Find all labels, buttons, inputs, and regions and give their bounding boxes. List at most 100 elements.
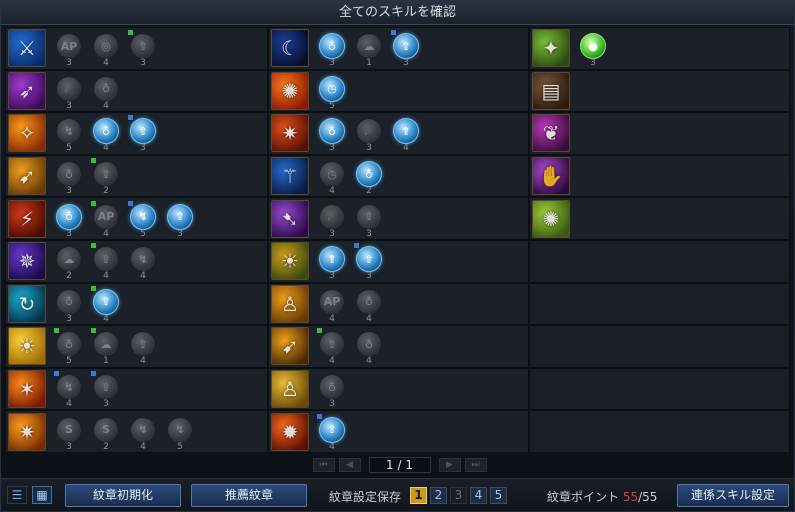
golden-figure-icon[interactable]: ♙ — [271, 284, 309, 323]
emblem-slot[interactable]: ♁ 4 — [354, 285, 384, 324]
golden-strike-icon[interactable]: ➹ — [8, 157, 46, 196]
pole-spin-icon[interactable]: ⚚ — [271, 157, 309, 196]
shadow-dash-icon[interactable]: ➶ — [8, 71, 46, 110]
flame-kick-icon[interactable]: ✧ — [8, 114, 46, 153]
emblem-slot[interactable]: ☁ 1 — [354, 29, 384, 68]
emblem-slot[interactable]: ☄ 3 — [317, 200, 347, 239]
emblem-slot[interactable]: AP 4 — [317, 285, 347, 324]
golden-aura-icon[interactable]: ☀ — [271, 242, 309, 281]
crescent-moon-icon[interactable]: ☾ — [271, 29, 309, 68]
emblem-slot[interactable]: ♁ 4 — [91, 72, 121, 111]
emblem-grade-marker — [391, 30, 396, 36]
emblem-slot[interactable]: ⇧ 4 — [91, 285, 121, 324]
emblem-slot[interactable]: ◷ 4 — [317, 157, 347, 196]
emblem-slot[interactable]: ☄ 3 — [54, 72, 84, 111]
last-page-button[interactable]: ⏭ — [464, 458, 487, 472]
sun-orb-icon[interactable]: ☀ — [8, 327, 46, 366]
golden-glow-icon[interactable]: ♙ — [271, 370, 309, 409]
preset-1-button[interactable]: 1 — [410, 487, 427, 504]
meteor-burst-icon[interactable]: ✹ — [271, 412, 309, 451]
skill-glyph: ✶ — [18, 377, 36, 402]
emblem-slot[interactable]: ⇧ 4 — [128, 327, 158, 366]
emblem-slot[interactable]: ↯ 5 — [54, 114, 84, 153]
emblem-icon: ⇧ — [93, 161, 119, 188]
purple-spiral-icon[interactable]: ✵ — [8, 242, 46, 281]
crimson-slash-icon[interactable]: ⚡ — [8, 199, 46, 238]
emblem-slot[interactable]: ♁ 4 — [91, 114, 121, 153]
emblem-slot[interactable]: ♁ 5 — [54, 327, 84, 366]
emblem-slot[interactable]: AP 3 — [54, 29, 84, 68]
emblem-slot[interactable]: ⇧ 3 — [91, 370, 121, 409]
preset-3-button[interactable]: 3 — [450, 487, 467, 504]
emblem-slot[interactable]: ↯ 4 — [128, 413, 158, 452]
emblem-slot[interactable]: ⇧ 4 — [91, 242, 121, 281]
radiant-burst-icon[interactable]: ✺ — [532, 199, 570, 238]
skill-row — [529, 325, 790, 368]
grid-view-icon[interactable]: ▦ — [32, 486, 52, 504]
blade-rush-icon[interactable]: ⚔ — [8, 29, 46, 68]
emblem-slot[interactable]: ⇧ 2 — [91, 157, 121, 196]
recommended-emblems-button[interactable]: 推薦紋章 — [191, 484, 307, 507]
emblem-slot[interactable]: ◎ 4 — [91, 29, 121, 68]
emblem-slot[interactable]: ↯ 4 — [128, 242, 158, 281]
emblem-slot[interactable]: ♁ 4 — [354, 327, 384, 366]
emblem-icon: ◷ — [319, 75, 345, 102]
prev-page-button[interactable]: ◀ — [338, 458, 361, 472]
spellbook-icon[interactable]: ▤ — [532, 71, 570, 110]
emblem-slot[interactable]: ⇧ 3 — [354, 200, 384, 239]
emblem-slot[interactable]: ♁ 3 — [54, 285, 84, 324]
emblem-slot[interactable]: ⇧ 4 — [317, 327, 347, 366]
skill-grid: ⚔ AP 3 ◎ 4 ⇧ 3 ☾ ♁ 3 ☁ 1 ⇧ 3 ✦ ● 3 ➶ ☄ 3 ♁ 4 ✺ ◷ 5 ▤ ✧ ↯ 5 ♁ 4 ⇧ 3 ✷ ♁ 3 ☄ 3 ⇑… — [5, 27, 792, 453]
emblem-slot[interactable]: ⇧ 3 — [128, 29, 158, 68]
fire-sun-icon[interactable]: ✺ — [271, 71, 309, 110]
shadow-grab-icon[interactable]: ✋ — [532, 157, 570, 196]
emblem-slot[interactable]: ☁ 2 — [54, 242, 84, 281]
reset-emblems-button[interactable]: 紋章初期化 — [65, 484, 181, 507]
emblem-level: 4 — [403, 143, 409, 154]
emblem-slot[interactable]: ⇑ 4 — [391, 114, 421, 154]
aqua-flip-icon[interactable]: ↻ — [8, 284, 46, 323]
skill-row: ✺ ◷ 5 — [268, 69, 529, 113]
emblem-slot[interactable]: ♁ 3 — [54, 200, 84, 239]
link-skill-settings-button[interactable]: 連係スキル設定 — [677, 484, 789, 507]
preset-5-button[interactable]: 5 — [490, 487, 507, 504]
emblem-slot[interactable]: ⇧ 3 — [128, 114, 158, 153]
emblem-slot[interactable]: ◷ 5 — [317, 72, 347, 111]
emblem-slot[interactable]: ↯ 4 — [54, 370, 84, 409]
emblem-slot[interactable]: ● 3 — [578, 29, 608, 68]
violet-kick-icon[interactable]: ➷ — [271, 199, 309, 238]
emblem-slot[interactable]: ☁ 1 — [91, 327, 121, 366]
emblem-slot[interactable]: S3 — [54, 413, 84, 452]
golden-rush-icon[interactable]: ➹ — [271, 327, 309, 366]
emblem-slot[interactable]: ♁ 3 — [317, 370, 347, 409]
emblem-slot[interactable]: ⇧ 3 — [165, 200, 195, 239]
list-view-icon[interactable]: ☰ — [7, 486, 27, 504]
emblem-slot[interactable]: S2 — [91, 413, 121, 452]
flame-sweep-icon[interactable]: ✶ — [8, 370, 46, 409]
emblem-slot[interactable]: ⇧ 3 — [354, 242, 384, 281]
emblem-icon: S — [93, 416, 119, 443]
emblem-icon: ♁ — [56, 203, 82, 230]
dark-wings-icon[interactable]: ❦ — [532, 114, 570, 153]
emblem-slot[interactable]: ↯ 5 — [165, 413, 195, 452]
preset-2-button[interactable]: 2 — [430, 487, 447, 504]
nature-spirit-icon[interactable]: ✦ — [532, 29, 570, 68]
emblem-slot[interactable]: ⇑ 3 — [317, 242, 347, 281]
emblem-slot[interactable]: AP 4 — [91, 200, 121, 239]
emblem-slot[interactable]: ♁ 3 — [317, 114, 347, 153]
flame-leap-icon[interactable]: ✷ — [271, 114, 309, 153]
emblem-slot[interactable]: ♁ 3 — [54, 157, 84, 196]
blaze-combo-icon[interactable]: ✷ — [8, 412, 46, 451]
emblem-slot[interactable]: ♁ 3 — [317, 29, 347, 68]
first-page-button[interactable]: ⏮ — [312, 458, 335, 472]
emblem-icon: AP — [56, 33, 82, 60]
emblem-slot[interactable]: ♁ 2 — [354, 157, 384, 196]
skill-glyph: ➹ — [18, 164, 36, 189]
emblem-level: 2 — [103, 441, 109, 452]
emblem-slot[interactable]: ⇧ 3 — [391, 29, 421, 68]
preset-4-button[interactable]: 4 — [470, 487, 487, 504]
emblem-slot[interactable]: ☄ 3 — [354, 114, 384, 153]
next-page-button[interactable]: ▶ — [438, 458, 461, 472]
emblem-slot[interactable]: ↯ 5 — [128, 200, 158, 239]
emblem-slot[interactable]: ⇧ 4 — [317, 413, 347, 452]
